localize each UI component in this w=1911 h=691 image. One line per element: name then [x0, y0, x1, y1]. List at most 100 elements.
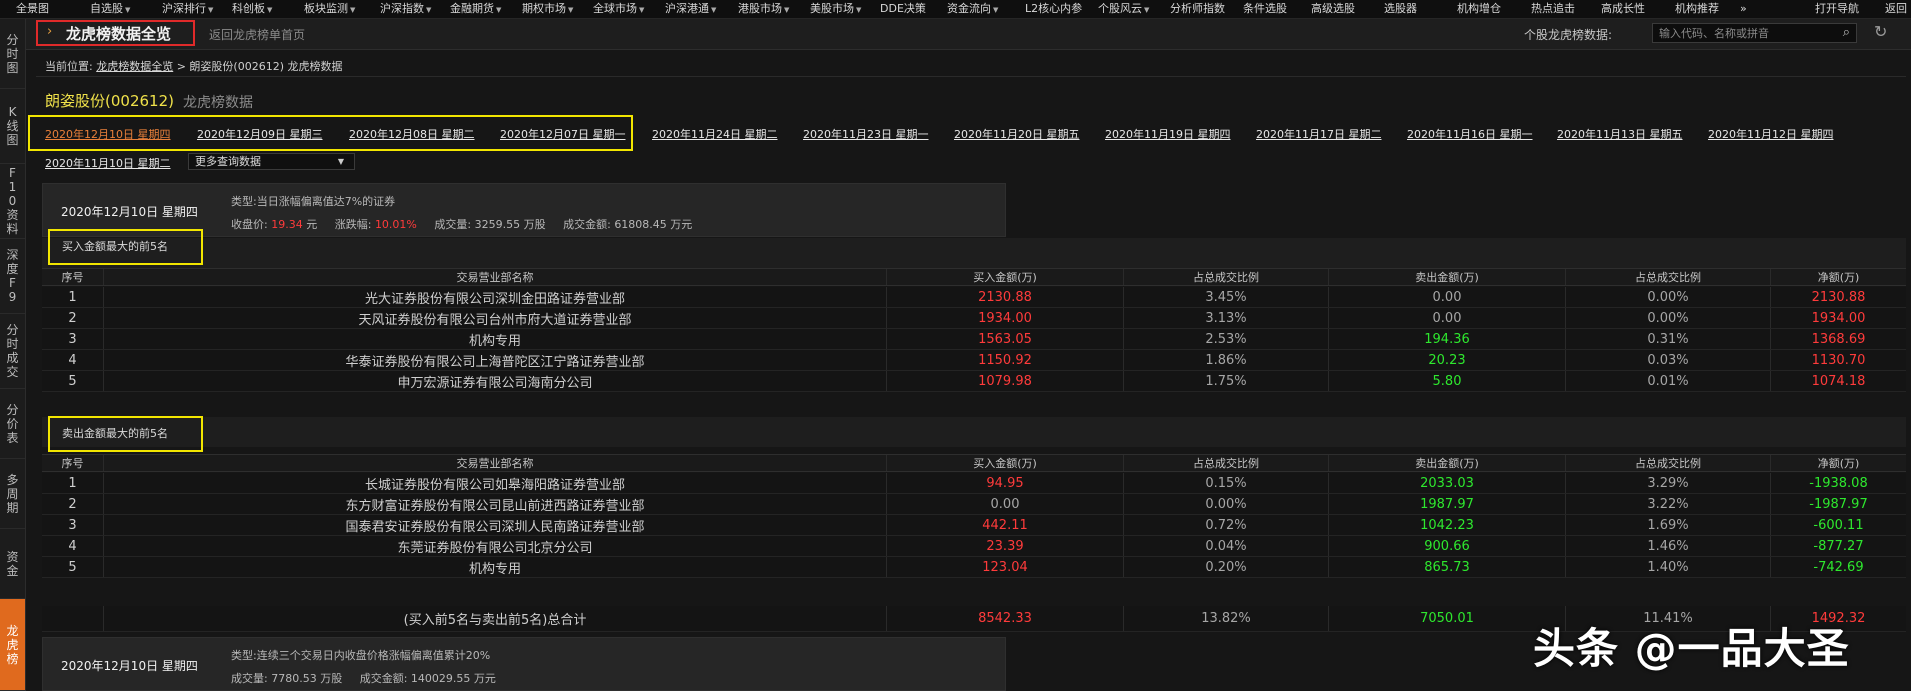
table-row[interactable]: 3 机构专用 1563.05 2.53% 194.36 0.31% 1368.69: [42, 329, 1906, 350]
top-menu-item[interactable]: 打开导航: [1815, 0, 1859, 18]
back-to-list-link[interactable]: 返回龙虎榜单首页: [209, 26, 305, 43]
column-header-name[interactable]: 交易营业部名称: [104, 455, 887, 471]
caret-down-icon: ▼: [639, 6, 645, 14]
top-menu-item[interactable]: 板块监测 ▼: [304, 0, 355, 18]
cell-name: 机构专用: [104, 329, 887, 349]
sidebar-item[interactable]: 分时成交: [0, 314, 25, 389]
top-menu-label: 金融期货: [450, 2, 494, 15]
refresh-icon[interactable]: ↻: [1874, 22, 1887, 41]
column-header-net[interactable]: 净额(万): [1771, 269, 1906, 285]
top-menu-item[interactable]: 沪深指数 ▼: [380, 0, 431, 18]
date-link[interactable]: 2020年11月13日 星期五: [1557, 126, 1683, 142]
table-row[interactable]: 5 机构专用 123.04 0.20% 865.73 1.40% -742.69: [42, 557, 1906, 578]
table-row[interactable]: 2 天风证券股份有限公司台州市府大道证券营业部 1934.00 3.13% 0.00 0.…: [42, 308, 1906, 329]
column-header-name[interactable]: 交易营业部名称: [104, 269, 887, 285]
top-menu-item[interactable]: 选股器: [1384, 0, 1417, 18]
top-menu-item[interactable]: 高级选股: [1311, 0, 1355, 18]
top-menu-item[interactable]: 个股风云 ▼: [1098, 0, 1149, 18]
date-link[interactable]: 2020年11月19日 星期四: [1105, 126, 1231, 142]
column-header-sell-pct[interactable]: 占总成交比例: [1566, 269, 1771, 285]
sidebar-item[interactable]: 深度F9: [0, 239, 25, 314]
column-header-sell[interactable]: 卖出金额(万): [1329, 455, 1566, 471]
cell-buy-pct: 0.00%: [1124, 494, 1329, 514]
column-header-buy[interactable]: 买入金额(万): [887, 269, 1124, 285]
cell-sell: 2033.03: [1329, 473, 1566, 493]
sidebar-item[interactable]: 分时图: [0, 19, 25, 89]
table-row[interactable]: 2 东方财富证券股份有限公司昆山前进西路证券营业部 0.00 0.00% 1987.97…: [42, 494, 1906, 515]
left-sidebar: 分时图 K线图 F10资料 深度F9 分时成交 分价表 多周期 资金 龙虎榜: [0, 19, 26, 691]
cell-net: 1368.69: [1811, 331, 1866, 347]
top-menu-item[interactable]: 资金流向 ▼: [947, 0, 998, 18]
top-menu-item[interactable]: 沪深港通 ▼: [665, 0, 716, 18]
top-menu-item[interactable]: 期权市场 ▼: [522, 0, 573, 18]
top-menu-item[interactable]: 机构推荐: [1675, 0, 1719, 18]
top-menu-label: 期权市场: [522, 2, 566, 15]
top-menu-item[interactable]: 港股市场 ▼: [738, 0, 789, 18]
table-row[interactable]: 4 华泰证券股份有限公司上海普陀区江宁路证券营业部 1150.92 1.86% 20.2…: [42, 350, 1906, 371]
column-header-buy-pct[interactable]: 占总成交比例: [1124, 455, 1329, 471]
change-value: 10.01%: [374, 218, 417, 231]
column-header-net[interactable]: 净额(万): [1771, 455, 1906, 471]
date-link[interactable]: 2020年11月24日 星期二: [652, 126, 778, 142]
table-row[interactable]: 4 东莞证券股份有限公司北京分公司 23.39 0.04% 900.66 1.46% -87…: [42, 536, 1906, 557]
volume-value: 3259.55 万股: [474, 218, 546, 231]
cell-net: 1130.70: [1811, 352, 1866, 368]
more-dates-dropdown[interactable]: 更多查询数据 ▼: [188, 153, 355, 170]
top-menu-item[interactable]: 全球市场 ▼: [593, 0, 644, 18]
column-header-sell-pct[interactable]: 占总成交比例: [1566, 455, 1771, 471]
table-row[interactable]: 1 光大证券股份有限公司深圳金田路证券营业部 2130.88 3.45% 0.00 0.0…: [42, 287, 1906, 308]
column-header-seq[interactable]: 序号: [42, 269, 104, 285]
top-menu-item[interactable]: L2核心内参: [1025, 0, 1082, 18]
cell-name: 长城证券股份有限公司如皋海阳路证券营业部: [104, 473, 887, 493]
top-menu-label: 高级选股: [1311, 2, 1355, 15]
column-header-buy-pct[interactable]: 占总成交比例: [1124, 269, 1329, 285]
top-menu-item[interactable]: 全景图: [16, 0, 49, 18]
top-menu-item[interactable]: 自选股 ▼: [90, 0, 130, 18]
search-icon[interactable]: ⌕: [1843, 25, 1850, 40]
top-menu-item[interactable]: 热点追击: [1531, 0, 1575, 18]
table-row[interactable]: 1 长城证券股份有限公司如皋海阳路证券营业部 94.95 0.15% 2033.03 3.…: [42, 473, 1906, 494]
sidebar-item[interactable]: 分价表: [0, 389, 25, 459]
cell-buy: 2130.88: [887, 287, 1124, 307]
cell-buy-pct: 3.45%: [1124, 287, 1329, 307]
stock-search-input[interactable]: [1659, 25, 1829, 41]
top-menu-item[interactable]: »: [1740, 0, 1747, 18]
cell-sell: 5.80: [1329, 371, 1566, 391]
date-link[interactable]: 2020年11月23日 星期一: [803, 126, 929, 142]
top-menu-item[interactable]: 科创板 ▼: [232, 0, 272, 18]
stock-search-box[interactable]: ⌕: [1652, 23, 1857, 43]
sidebar-item[interactable]: 龙虎榜: [0, 599, 25, 691]
sidebar-item[interactable]: K线图: [0, 89, 25, 164]
sidebar-item[interactable]: F10资料: [0, 164, 25, 239]
top-menu-item[interactable]: 分析师指数: [1170, 0, 1225, 18]
cell-name: 东方财富证券股份有限公司昆山前进西路证券营业部: [104, 494, 887, 514]
top-menu-item[interactable]: 高成长性: [1601, 0, 1645, 18]
cell-sell-pct: 3.22%: [1566, 494, 1771, 514]
date-link[interactable]: 2020年11月12日 星期四: [1708, 126, 1834, 142]
volume-label: 成交量:: [434, 218, 472, 231]
sidebar-item[interactable]: 多周期: [0, 459, 25, 529]
table-row[interactable]: 5 申万宏源证券有限公司海南分公司 1079.98 1.75% 5.80 0.01% 107…: [42, 371, 1906, 392]
table-row[interactable]: 3 国泰君安证券股份有限公司深圳人民南路证券营业部 442.11 0.72% 1042.…: [42, 515, 1906, 536]
date-link[interactable]: 2020年11月16日 星期一: [1407, 126, 1533, 142]
column-header-sell[interactable]: 卖出金额(万): [1329, 269, 1566, 285]
date-link[interactable]: 2020年11月17日 星期二: [1256, 126, 1382, 142]
date-link[interactable]: 2020年11月10日 星期二: [45, 155, 171, 171]
top-menu-item[interactable]: 返回: [1885, 0, 1907, 18]
sidebar-item[interactable]: 资金: [0, 529, 25, 599]
cell-seq: 1: [42, 287, 104, 307]
top-menu-item[interactable]: 美股市场 ▼: [810, 0, 861, 18]
column-header-buy[interactable]: 买入金额(万): [887, 455, 1124, 471]
date-link[interactable]: 2020年11月20日 星期五: [954, 126, 1080, 142]
top-menu-item[interactable]: 沪深排行 ▼: [162, 0, 213, 18]
top-menu-label: 机构增仓: [1457, 2, 1501, 15]
top-menu-item[interactable]: 条件选股: [1243, 0, 1287, 18]
top-menu-item[interactable]: DDE决策: [880, 0, 926, 18]
cell-name: 光大证券股份有限公司深圳金田路证券营业部: [104, 287, 887, 307]
column-header-seq[interactable]: 序号: [42, 455, 104, 471]
cell-buy: 1934.00: [887, 308, 1124, 328]
top-menu-item[interactable]: 机构增仓: [1457, 0, 1501, 18]
top-menu-item[interactable]: 金融期货 ▼: [450, 0, 501, 18]
breadcrumb-link-overview[interactable]: 龙虎榜数据全览: [96, 60, 173, 73]
cell-sell-pct: 0.31%: [1566, 329, 1771, 349]
